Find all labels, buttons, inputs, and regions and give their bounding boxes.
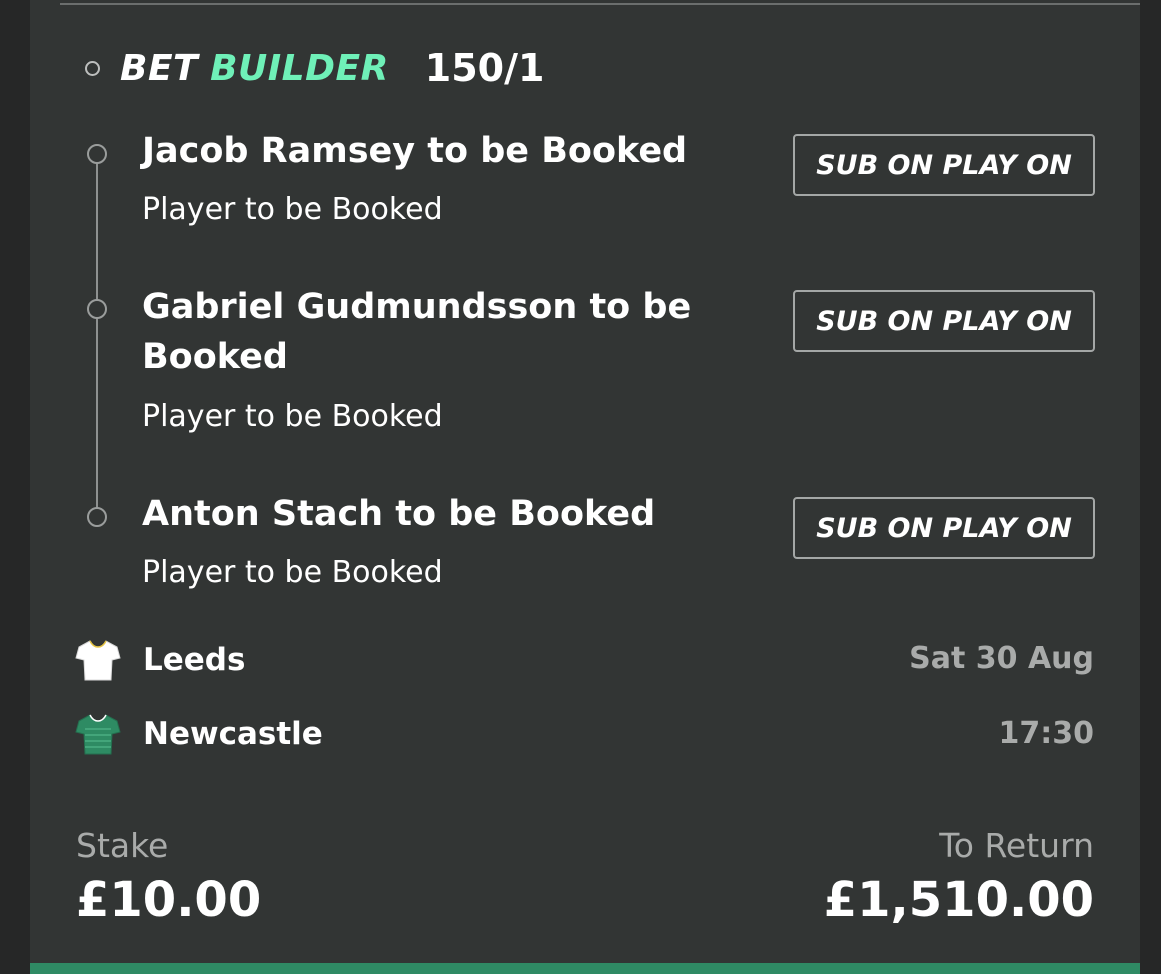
selection-timeline (96, 153, 98, 518)
away-team-name: Newcastle (143, 716, 323, 752)
bet-odds: 150/1 (424, 46, 545, 90)
selection-title: Jacob Ramsey to be Booked (142, 131, 688, 171)
home-team-name: Leeds (143, 642, 246, 678)
bottom-accent-bar (30, 963, 1140, 974)
selection-title: Gabriel Gudmundsson to be Booked (142, 287, 692, 377)
header-dot-icon (85, 60, 100, 76)
stake-amount: £10.00 (76, 872, 262, 928)
match-time: 17:30 (998, 716, 1095, 751)
white-shirt-icon (75, 640, 121, 681)
stake-label: Stake (76, 826, 169, 865)
bet-card: BET BUILDER 150/1 Jacob Ramsey to be Boo… (30, 0, 1140, 974)
sub-on-play-on-button[interactable]: SUB ON PLAY ON (793, 497, 1095, 559)
away-team-row: Newcastle (75, 709, 323, 759)
selection-market: Player to be Booked (142, 192, 443, 227)
builder-label: BUILDER (210, 47, 389, 89)
leg-dot-icon (87, 507, 107, 527)
bet-label: BET (120, 47, 199, 89)
green-shirt-icon (75, 714, 121, 755)
sub-on-play-on-button[interactable]: SUB ON PLAY ON (793, 134, 1095, 196)
to-return-amount: £1,510.00 (823, 872, 1094, 928)
bet-builder-header: BET BUILDER 150/1 (85, 40, 544, 96)
to-return-label: To Return (939, 826, 1094, 865)
selection-market: Player to be Booked (142, 399, 443, 434)
top-divider (60, 3, 1140, 5)
sub-on-play-on-button[interactable]: SUB ON PLAY ON (793, 290, 1095, 352)
match-date: Sat 30 Aug (909, 641, 1094, 676)
leg-dot-icon (87, 144, 107, 164)
leg-dot-icon (87, 299, 107, 319)
home-team-row: Leeds (75, 635, 245, 685)
selection-market: Player to be Booked (142, 555, 443, 590)
selection-title: Anton Stach to be Booked (142, 494, 656, 534)
